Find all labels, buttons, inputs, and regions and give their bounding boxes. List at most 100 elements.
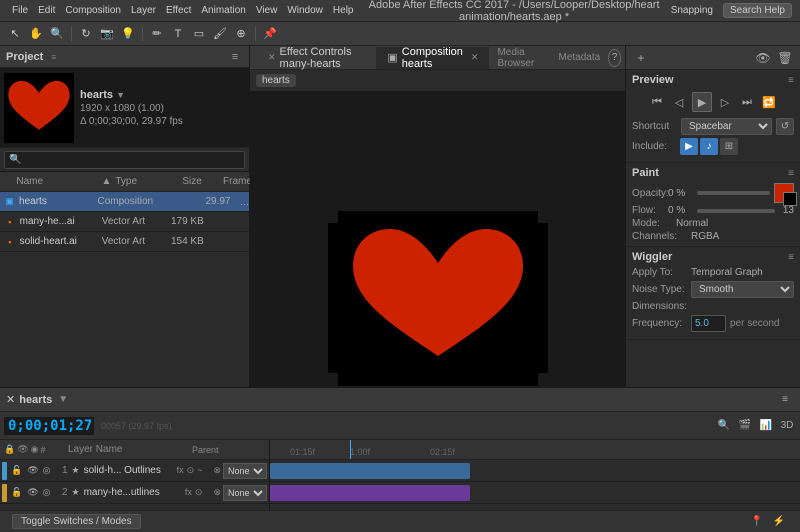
search-layers-btn[interactable]: 🔍 [715,417,733,435]
parent-select-2[interactable]: None [223,485,267,501]
help-button[interactable]: ? [608,49,621,67]
audio-toggle-icon[interactable]: ♪ [700,138,718,155]
preview-menu-btn[interactable]: ≡ [788,75,794,86]
menu-item[interactable]: View [252,5,282,16]
menu-item[interactable]: Effect [162,5,195,16]
tool-rotate[interactable]: ↻ [77,25,95,43]
shortcut-reset-btn[interactable]: ↺ [776,118,794,135]
playhead[interactable] [350,440,351,459]
tool-clone[interactable]: ⊕ [232,25,250,43]
file-fps-suffix: … [240,197,249,207]
background-color-swatch[interactable] [783,192,797,206]
channels-value: RGBA [691,231,719,242]
tool-text[interactable]: T [169,25,187,43]
col-parent: Parent [192,445,219,455]
motion-blur-1[interactable]: ⊙ [186,465,196,476]
loop-button[interactable]: 🔁 [760,93,778,111]
add-icon[interactable]: + [632,49,650,67]
comp-dropdown-arrow[interactable]: ▼ [116,90,125,100]
draft-3d-btn[interactable]: 3D [778,417,796,435]
shortcut-select[interactable]: Spacebar [681,118,772,135]
file-row[interactable]: ▣ hearts Composition 29.97 … [0,192,249,212]
tab-composition[interactable]: ▣ Composition hearts ✕ [377,47,489,69]
flow-slider[interactable] [697,209,775,213]
eye-icon[interactable]: 👁 [754,49,772,67]
footer-icon2[interactable]: ⚡ [770,513,788,531]
layer-lock-1[interactable]: 🔓 [11,465,22,476]
menu-item[interactable]: Help [329,5,358,16]
layer-solo-1[interactable]: ◎ [43,465,51,476]
timeline-settings-btn[interactable]: ≡ [776,391,794,409]
thumbnail-heart-svg [4,73,74,143]
menu-item[interactable]: Edit [34,5,59,16]
parent-select-1[interactable]: None [223,463,267,479]
motion-blur-btn[interactable]: 🎬 [736,417,754,435]
tab-close-icon[interactable]: ✕ [268,52,276,63]
tab-media-browser[interactable]: Media Browser [489,47,550,69]
file-icon-comp: ▣ [3,195,16,209]
graph-editor-btn[interactable]: 📊 [757,417,775,435]
tool-light[interactable]: 💡 [119,25,137,43]
frequency-input[interactable] [691,315,726,332]
paint-menu-btn[interactable]: ≡ [788,168,794,179]
skip-to-start-button[interactable]: ⏮ [648,93,666,111]
tool-zoom[interactable]: 🔍 [48,25,66,43]
trash-icon[interactable]: 🗑 [776,49,794,67]
timeline-layer-1[interactable]: 🔓 👁 ◎ 1 ★ solid-h... Outlines fx ⊙ ~ ⊗ N… [0,460,269,482]
tab-close-icon2[interactable]: ✕ [471,52,479,63]
num-col: # [41,445,46,455]
tool-pen[interactable]: ✏ [148,25,166,43]
tool-hand[interactable]: ✋ [27,25,45,43]
menu-item[interactable]: Composition [61,5,125,16]
step-back-button[interactable]: ◁ [670,93,688,111]
layer-lock-2[interactable]: 🔓 [11,487,22,498]
col-layer-name: Layer Name [68,444,168,455]
search-help-box[interactable]: Search Help [723,3,792,18]
tool-camera[interactable]: 📷 [98,25,116,43]
step-forward-button[interactable]: ▷ [716,93,734,111]
fx-btn-2[interactable]: fx [184,487,193,498]
layer-solo-2[interactable]: ◎ [43,487,51,498]
noise-type-select[interactable]: Smooth [691,281,794,298]
timeline-menu-icon[interactable]: ▼ [58,394,68,405]
skip-to-end-button[interactable]: ⏭ [738,93,756,111]
channels-row: Channels: RGBA [632,231,794,242]
opacity-slider[interactable] [697,191,770,195]
tab-effect-controls[interactable]: ✕ Effect Controls many-hearts [254,47,377,69]
file-row[interactable]: ▪ solid-heart.ai Vector Art 154 KB [0,232,249,252]
tool-paint[interactable]: 🖌 [211,25,229,43]
menu-item[interactable]: Window [283,5,327,16]
tool-shape[interactable]: ▭ [190,25,208,43]
track-bar-1[interactable] [270,463,470,479]
shy-1[interactable]: ~ [196,465,203,476]
flow-num: 0 [668,205,674,216]
motion-blur-2[interactable]: ⊙ [194,487,204,498]
track-bar-2[interactable] [270,485,470,501]
fx-btn-1[interactable]: fx [176,465,185,476]
paint-title: Paint [632,167,659,179]
tool-arrow[interactable]: ↖ [6,25,24,43]
panel-menu-button[interactable]: ≡ [227,49,243,65]
layer-eye-2[interactable]: 👁 [27,487,38,498]
video-toggle-icon[interactable]: ▶ [680,138,698,155]
overlays-toggle-icon[interactable]: ⊞ [720,138,738,155]
menu-item[interactable]: Animation [197,5,249,16]
layer-eye-1[interactable]: 👁 [27,465,38,476]
col-sort-icon[interactable]: ▲ [101,176,111,187]
wiggler-menu-btn[interactable]: ≡ [788,252,794,263]
timeline-timecode[interactable]: 0;00;01;27 [4,417,94,435]
tab-metadata[interactable]: Metadata [550,52,608,63]
project-search-input[interactable] [4,151,245,169]
include-label: Include: [632,141,677,152]
menu-item[interactable]: File [8,5,32,16]
toolbar: ↖ ✋ 🔍 ↻ 📷 💡 ✏ T ▭ 🖌 ⊕ 📌 [0,22,800,46]
play-button[interactable]: ▶ [692,92,712,112]
tool-pin[interactable]: 📌 [261,25,279,43]
file-row[interactable]: ▪ many-he...ai Vector Art 179 KB [0,212,249,232]
timeline-expand-icon[interactable]: ✕ [6,393,15,406]
toggle-switches-modes-btn[interactable]: Toggle Switches / Modes [12,514,141,529]
timeline-columns: 🔒 👁 ◉ # Layer Name Parent 🔓 👁 ◎ 1 ★ soli… [0,440,800,510]
timeline-layer-2[interactable]: 🔓 👁 ◎ 2 ★ many-he...utlines fx ⊙ ⊗ None [0,482,269,504]
footer-icon1[interactable]: 📍 [748,513,766,531]
menu-item[interactable]: Layer [127,5,160,16]
